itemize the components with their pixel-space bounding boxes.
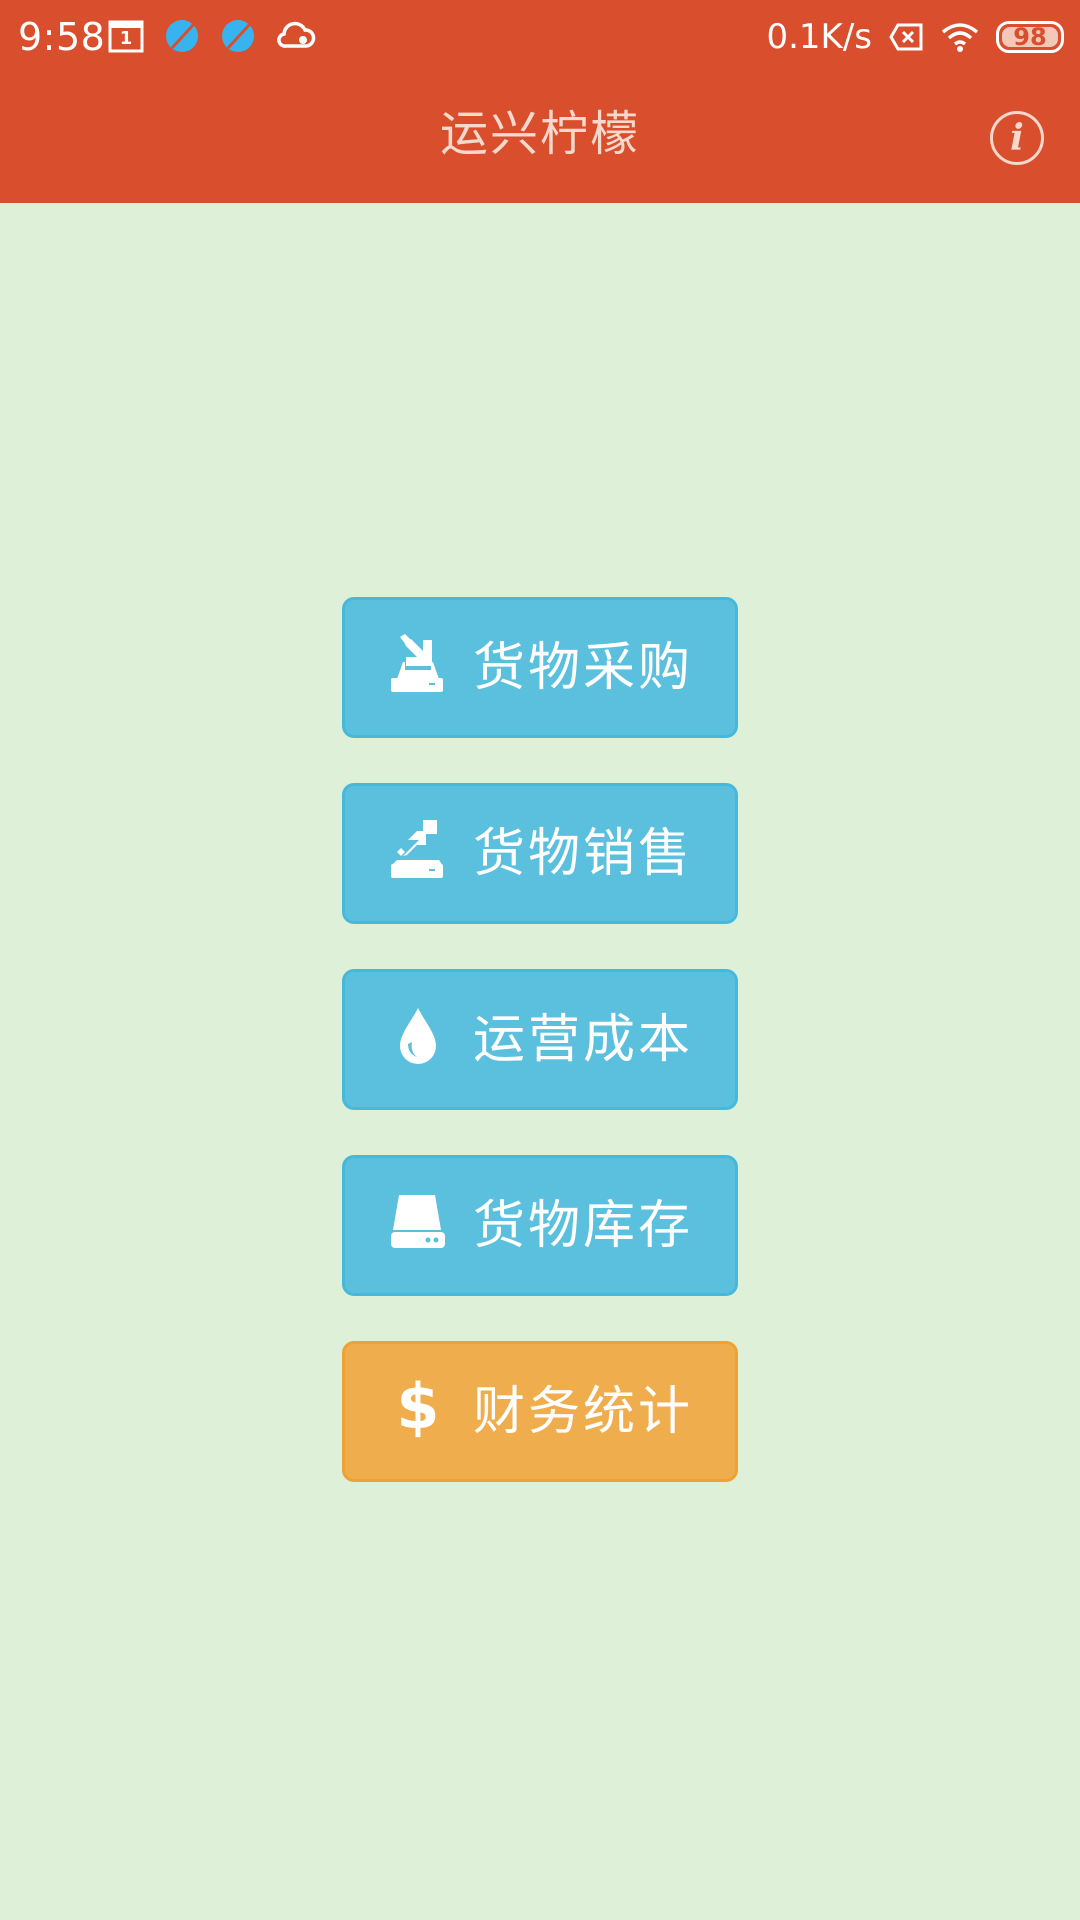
status-notification-icons: 1 [108, 18, 316, 54]
browser-icon-2 [220, 18, 256, 54]
purchase-label: 货物采购 [473, 638, 694, 698]
app-title: 运兴柠檬 [439, 106, 640, 162]
sim-missing-icon [888, 22, 924, 52]
browser-icon [164, 18, 200, 54]
top-bar: 9:58 1 0.1K/s 98 运兴柠檬 i [0, 0, 1080, 203]
inventory-label: 货物库存 [473, 1196, 694, 1256]
cloud-icon [276, 20, 316, 52]
operating-cost-button[interactable]: 运营成本 [342, 969, 738, 1110]
dollar-glyph: $ [396, 1370, 440, 1443]
hard-drive-icon [391, 1192, 445, 1250]
network-speed: 0.1K/s [766, 17, 872, 57]
calendar-icon: 1 [108, 19, 144, 53]
finance-stats-label: 财务统计 [473, 1382, 694, 1442]
battery-level: 98 [1013, 23, 1047, 51]
main-menu: 货物采购 货物销售 运营成本 货物库存 $ 财务统计 [342, 597, 738, 1527]
app-bar: 运兴柠檬 i [0, 74, 1080, 203]
finance-stats-button[interactable]: $ 财务统计 [342, 1341, 738, 1482]
info-button[interactable]: i [990, 111, 1044, 165]
status-right-group: 0.1K/s 98 [766, 14, 1064, 60]
status-time: 9:58 [18, 15, 106, 59]
sales-label: 货物销售 [473, 824, 694, 884]
battery-indicator: 98 [996, 21, 1064, 53]
purchase-button[interactable]: 货物采购 [342, 597, 738, 738]
inbox-download-icon [391, 634, 445, 692]
dollar-icon: $ [391, 1370, 445, 1443]
status-bar: 9:58 1 0.1K/s 98 [0, 0, 1080, 74]
info-icon: i [1010, 117, 1024, 159]
drop-icon [391, 1006, 445, 1064]
inventory-button[interactable]: 货物库存 [342, 1155, 738, 1296]
sales-button[interactable]: 货物销售 [342, 783, 738, 924]
wifi-icon [940, 21, 980, 53]
inbox-upload-icon [391, 820, 445, 878]
operating-cost-label: 运营成本 [473, 1010, 694, 1070]
calendar-day: 1 [119, 28, 133, 49]
